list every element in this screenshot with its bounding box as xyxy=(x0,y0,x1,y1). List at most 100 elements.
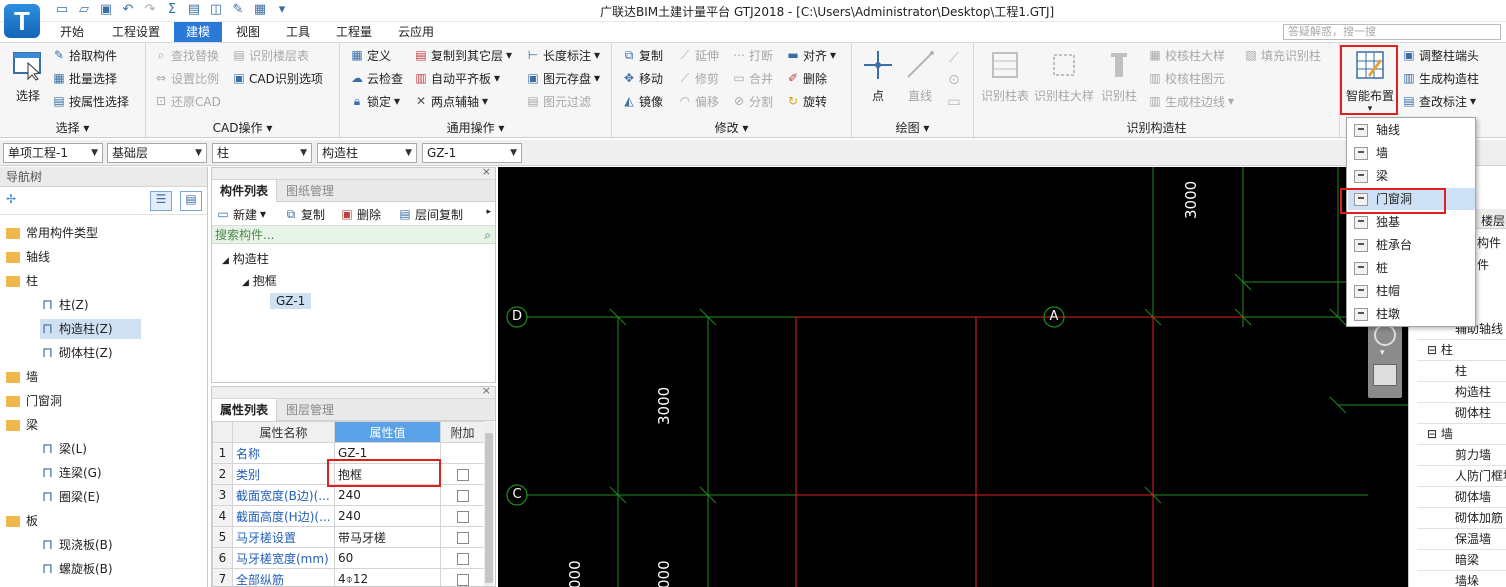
set-scale-button[interactable]: ⇔ 设置比例 xyxy=(154,68,219,88)
collapse-box-icon[interactable]: ⊟ xyxy=(1427,427,1441,441)
more-icon[interactable]: ▸ xyxy=(486,207,491,217)
property-value[interactable]: 抱框 xyxy=(334,463,441,485)
extra-checkbox[interactable] xyxy=(456,552,469,565)
rotate-button[interactable]: ↻ 旋转 xyxy=(786,91,827,111)
right-panel-item[interactable]: 暗梁 xyxy=(1455,550,1479,571)
new-file-icon[interactable]: ▭ xyxy=(54,2,70,18)
define-button[interactable]: ▦ 定义 xyxy=(350,45,391,65)
align-button[interactable]: ▬ 对齐 ▾ xyxy=(786,45,836,65)
extend-button[interactable]: ⟋ 延伸 xyxy=(678,45,719,65)
tab-project-settings[interactable]: 工程设置 xyxy=(104,22,168,42)
project-select[interactable]: 单项工程-1 ▼ xyxy=(3,143,103,163)
right-panel-item[interactable]: 砌体加筋 xyxy=(1455,508,1503,529)
select-button[interactable]: 选择 xyxy=(6,47,50,104)
right-panel-item[interactable]: 剪力墙 xyxy=(1455,445,1491,466)
view-rotate-icon[interactable] xyxy=(1374,324,1396,346)
nav-item[interactable]: ⊓ 圈梁(E) xyxy=(42,487,100,507)
nav-item[interactable]: ⊓ 构造柱(Z) xyxy=(40,319,141,339)
edit-annotation-button[interactable]: ▤ 查改标注 ▾ xyxy=(1402,91,1476,111)
smart-menu-item[interactable]: 门窗洞 xyxy=(1348,188,1475,210)
tree-view-icon[interactable]: ▤ xyxy=(180,191,202,211)
app-logo[interactable]: T xyxy=(4,4,40,38)
tab-property-list[interactable]: 属性列表 xyxy=(212,399,278,421)
two-point-aux-axis-button[interactable]: ✕ 两点辅轴 ▾ xyxy=(414,91,488,111)
property-value[interactable]: 4⌽12 xyxy=(334,568,441,586)
smart-menu-item[interactable]: 独基 xyxy=(1348,211,1475,233)
delete-component-button[interactable]: ▣ 删除 xyxy=(340,204,381,224)
right-panel-item[interactable]: 保温墙 xyxy=(1455,529,1491,550)
nav-item[interactable]: 墙 xyxy=(6,367,38,387)
tree-node-frame[interactable]: ◢ 抱框 xyxy=(242,272,277,289)
recognize-column-table-button[interactable]: 识别柱表 xyxy=(978,47,1032,104)
smart-layout-button[interactable]: 智能布置 ▾ xyxy=(1344,47,1396,114)
panel-close-icon[interactable]: × xyxy=(482,387,491,397)
restore-cad-button[interactable]: ⊡ 还原CAD xyxy=(154,91,221,111)
extra-checkbox[interactable] xyxy=(456,468,469,481)
mirror-button[interactable]: ◭ 镜像 xyxy=(622,91,663,111)
tab-floor[interactable]: 楼层 xyxy=(1481,212,1505,229)
select-by-property-button[interactable]: ▤ 按属性选择 xyxy=(52,91,129,111)
list-view-icon[interactable]: ☰ xyxy=(150,191,172,211)
copy-to-other-layer-button[interactable]: ▤ 复制到其它层 ▾ xyxy=(414,45,512,65)
adjust-column-end-button[interactable]: ▣ 调整柱端头 xyxy=(1402,45,1479,65)
open-file-icon[interactable]: ▱ xyxy=(76,2,92,18)
nav-item[interactable]: 梁 xyxy=(6,415,38,435)
nav-item[interactable]: 常用构件类型 xyxy=(6,223,98,243)
smart-menu-item[interactable]: 柱墩 xyxy=(1348,303,1475,325)
nav-item[interactable]: ⊓ 梁(L) xyxy=(42,439,87,459)
nav-item[interactable]: ⊓ 砌体柱(Z) xyxy=(42,343,113,363)
element-subtype-select[interactable]: 构造柱 ▼ xyxy=(317,143,417,163)
sum-icon[interactable]: Σ xyxy=(164,2,180,18)
check-column-element-button[interactable]: ▥ 校核柱图元 xyxy=(1148,68,1225,88)
smart-menu-item[interactable]: 桩承台 xyxy=(1348,234,1475,256)
extra-checkbox[interactable] xyxy=(456,510,469,523)
lock-button[interactable]: 🔒︎ 锁定 ▾ xyxy=(350,91,400,111)
fill-recognize-column-button[interactable]: ▨ 填充识别柱 xyxy=(1244,45,1321,65)
point-button[interactable]: 点 xyxy=(856,47,900,104)
copy-component-button[interactable]: ⧉ 复制 xyxy=(284,204,325,224)
nav-item[interactable]: ⊓ 螺旋板(B) xyxy=(42,559,113,579)
component-search-input[interactable]: 搜索构件... ⌕ xyxy=(212,226,495,244)
drawing-canvas[interactable]: D A C 3000 3000 000 000 xyxy=(498,167,1408,587)
length-dimension-button[interactable]: ⊢ 长度标注 ▾ xyxy=(526,45,600,65)
copy-between-floors-button[interactable]: ▤ 层间复制 xyxy=(398,204,463,224)
line-button[interactable]: 直线 xyxy=(898,47,942,104)
find-replace-button[interactable]: ⌕ 查找替换 xyxy=(154,45,219,65)
expand-icon[interactable]: ✢ xyxy=(6,192,16,206)
tab-quantities[interactable]: 工程量 xyxy=(328,22,380,42)
redo-icon[interactable]: ↷ xyxy=(142,2,158,18)
search-icon[interactable]: ⌕ xyxy=(484,226,491,244)
property-value[interactable]: 240 xyxy=(334,484,441,506)
chevron-down-icon[interactable]: ▾ xyxy=(1380,348,1385,358)
property-value[interactable]: 240 xyxy=(334,505,441,527)
cad-options-button[interactable]: ▣ CAD识别选项 xyxy=(232,68,323,88)
nav-item[interactable]: ⊓ 连梁(G) xyxy=(42,463,102,483)
smart-menu-item[interactable]: 墙 xyxy=(1348,142,1475,164)
group-label-cad[interactable]: CAD操作 ▾ xyxy=(146,119,339,136)
property-scrollbar[interactable] xyxy=(484,421,494,586)
tab-view[interactable]: 视图 xyxy=(228,22,268,42)
undo-icon[interactable]: ↶ xyxy=(120,2,136,18)
smart-menu-item[interactable]: 桩 xyxy=(1348,257,1475,279)
tab-drawing-management[interactable]: 图纸管理 xyxy=(278,180,342,202)
floor-select[interactable]: 基础层 ▼ xyxy=(107,143,207,163)
tab-tools[interactable]: 工具 xyxy=(278,22,318,42)
check-column-detail-button[interactable]: ▦ 校核柱大样 xyxy=(1148,45,1225,65)
tab-layer-management[interactable]: 图层管理 xyxy=(278,399,342,421)
auto-align-slab-button[interactable]: ▥ 自动平齐板 ▾ xyxy=(414,68,500,88)
right-panel-group[interactable]: ⊟ 墙 xyxy=(1427,424,1453,445)
merge-button[interactable]: ▭ 合并 xyxy=(732,68,773,88)
property-value[interactable]: 60 xyxy=(334,547,441,569)
tab-modeling[interactable]: 建模 xyxy=(174,22,222,42)
new-component-button[interactable]: ▭ 新建 ▾ xyxy=(216,204,266,224)
generate-column-edge-button[interactable]: ▥ 生成柱边线 ▾ xyxy=(1148,91,1234,111)
right-panel-item[interactable]: 砌体墙 xyxy=(1455,487,1491,508)
view-layout-icon[interactable] xyxy=(1373,364,1397,386)
right-panel-item[interactable]: 人防门框墙 xyxy=(1455,466,1506,487)
collapse-box-icon[interactable]: ⊟ xyxy=(1427,343,1441,357)
nav-item[interactable]: ⊓ 柱(Z) xyxy=(42,295,89,315)
right-panel-item[interactable]: 柱 xyxy=(1455,361,1467,382)
group-label-select[interactable]: 选择 ▾ xyxy=(0,119,145,136)
dropdown-arrow-icon[interactable]: ▾ xyxy=(274,2,290,18)
property-value[interactable]: 带马牙槎 xyxy=(334,526,441,548)
